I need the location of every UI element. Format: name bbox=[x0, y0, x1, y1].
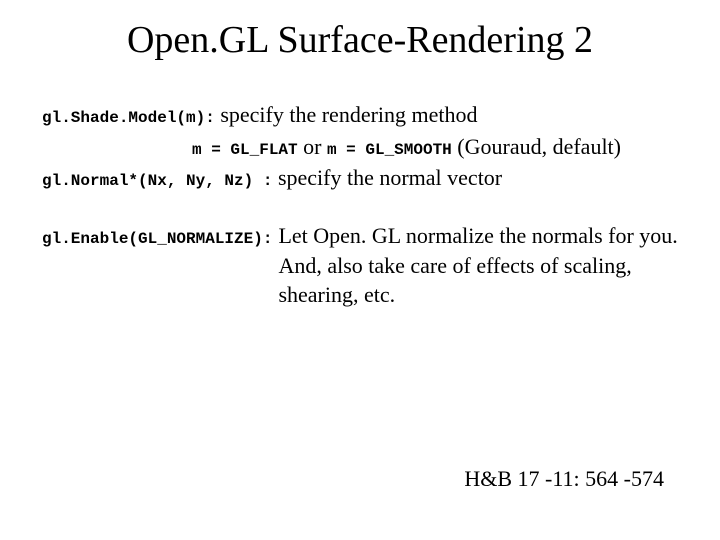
code-glflat: m = GL_FLAT bbox=[192, 141, 298, 159]
line-modes: m = GL_FLAT or m = GL_SMOOTH (Gouraud, d… bbox=[42, 132, 692, 162]
block-enable-normalize: gl.Enable(GL_NORMALIZE): Let Open. GL no… bbox=[42, 221, 692, 310]
code-enable-normalize-wrap: gl.Enable(GL_NORMALIZE): bbox=[42, 221, 278, 310]
text-enable-normalize: Let Open. GL normalize the normals for y… bbox=[278, 221, 692, 310]
footer-reference: H&B 17 -11: 564 -574 bbox=[464, 466, 664, 492]
line-normal: gl.Normal*(Nx, Ny, Nz) : specify the nor… bbox=[42, 163, 692, 193]
text-or: or bbox=[298, 134, 327, 159]
code-normal: gl.Normal*(Nx, Ny, Nz) : bbox=[42, 172, 272, 190]
slide: Open.GL Surface-Rendering 2 gl.Shade.Mod… bbox=[0, 0, 720, 540]
code-shademodel: gl.Shade.Model(m): bbox=[42, 109, 215, 127]
page-title: Open.GL Surface-Rendering 2 bbox=[0, 18, 720, 62]
body-content: gl.Shade.Model(m): specify the rendering… bbox=[42, 100, 692, 310]
code-enable-normalize: gl.Enable(GL_NORMALIZE): bbox=[42, 230, 272, 248]
text-shademodel: specify the rendering method bbox=[215, 102, 478, 127]
line-shademodel: gl.Shade.Model(m): specify the rendering… bbox=[42, 100, 692, 130]
code-glsmooth: m = GL_SMOOTH bbox=[327, 141, 452, 159]
text-normal: specify the normal vector bbox=[272, 165, 502, 190]
text-gouraud: (Gouraud, default) bbox=[452, 134, 621, 159]
